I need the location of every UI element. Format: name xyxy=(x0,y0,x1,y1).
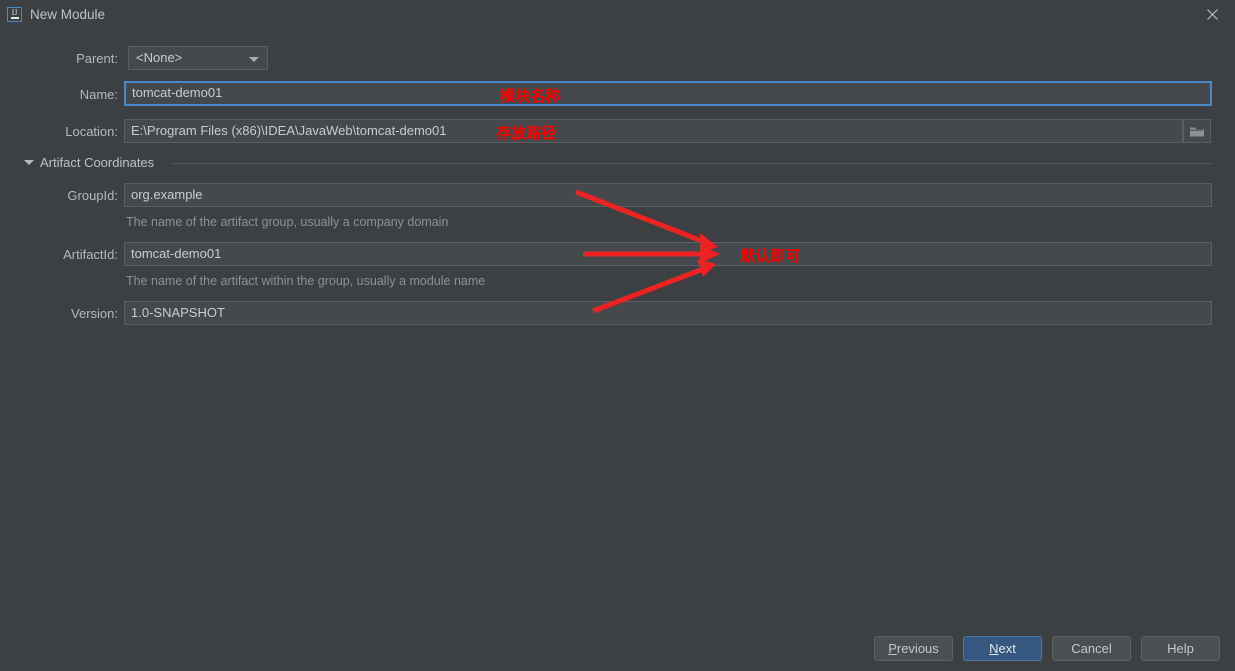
next-button-mnemonic: N xyxy=(989,641,999,656)
version-label: Version: xyxy=(71,306,118,321)
parent-dropdown-value: <None> xyxy=(136,50,183,65)
cancel-button[interactable]: Cancel xyxy=(1052,636,1131,661)
parent-label: Parent: xyxy=(76,51,118,66)
group-id-helper-text: The name of the artifact group, usually … xyxy=(126,215,449,229)
close-glyph xyxy=(1206,9,1218,20)
group-id-label: GroupId: xyxy=(67,188,118,203)
previous-button[interactable]: Previous xyxy=(874,636,953,661)
next-button[interactable]: Next xyxy=(963,636,1042,661)
parent-dropdown[interactable]: <None> xyxy=(128,46,268,70)
name-input[interactable]: tomcat-demo01 xyxy=(124,81,1212,106)
triangle-down-icon[interactable] xyxy=(24,160,34,165)
intellij-idea-icon: IJ xyxy=(7,7,22,22)
folder-icon[interactable] xyxy=(1183,119,1211,143)
previous-button-label: revious xyxy=(896,641,939,656)
artifact-id-input[interactable]: tomcat-demo01 xyxy=(124,242,1212,266)
location-label: Location: xyxy=(65,124,118,139)
version-input[interactable]: 1.0-SNAPSHOT xyxy=(124,301,1212,325)
artifact-id-helper-text: The name of the artifact within the grou… xyxy=(126,274,486,288)
artifact-id-label: ArtifactId: xyxy=(63,247,118,262)
app-icon-underline xyxy=(10,17,19,19)
close-icon[interactable] xyxy=(1189,0,1235,29)
window-titlebar: IJ New Module xyxy=(0,0,1235,29)
window-title: New Module xyxy=(30,7,106,22)
previous-button-mnemonic: P xyxy=(888,641,897,656)
chevron-down-icon xyxy=(249,57,259,62)
artifact-coordinates-section-header[interactable]: Artifact Coordinates xyxy=(24,154,1212,172)
folder-glyph xyxy=(1190,127,1204,136)
next-button-label: ext xyxy=(998,641,1016,656)
location-input[interactable]: E:\Program Files (x86)\IDEA\JavaWeb\tomc… xyxy=(124,119,1183,143)
name-label: Name: xyxy=(79,87,118,102)
app-icon-text: IJ xyxy=(11,8,18,17)
section-divider xyxy=(172,163,1212,164)
artifact-coordinates-label: Artifact Coordinates xyxy=(40,155,155,170)
help-button[interactable]: Help xyxy=(1141,636,1220,661)
group-id-input[interactable]: org.example xyxy=(124,183,1212,207)
